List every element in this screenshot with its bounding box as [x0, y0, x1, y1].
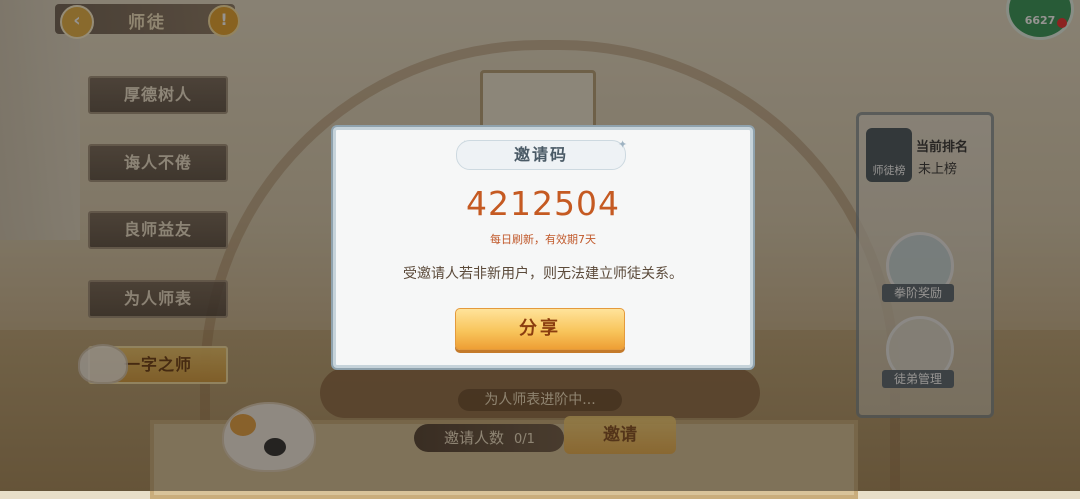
refresh-note: 每日刷新，有效期7天	[490, 233, 596, 246]
invite-code-dialog: ✦ 邀请码 ✦ 4212504 每日刷新，有效期7天 受邀请人若非新用户，则无法…	[333, 127, 753, 368]
dialog-description: 受邀请人若非新用户，则无法建立师徒关系。	[403, 266, 683, 282]
share-button[interactable]: 分享	[455, 308, 625, 350]
sparkle-icon: ✦	[618, 138, 628, 151]
invite-code[interactable]: 4212504	[336, 184, 750, 223]
dialog-title: 邀请码	[456, 140, 626, 170]
